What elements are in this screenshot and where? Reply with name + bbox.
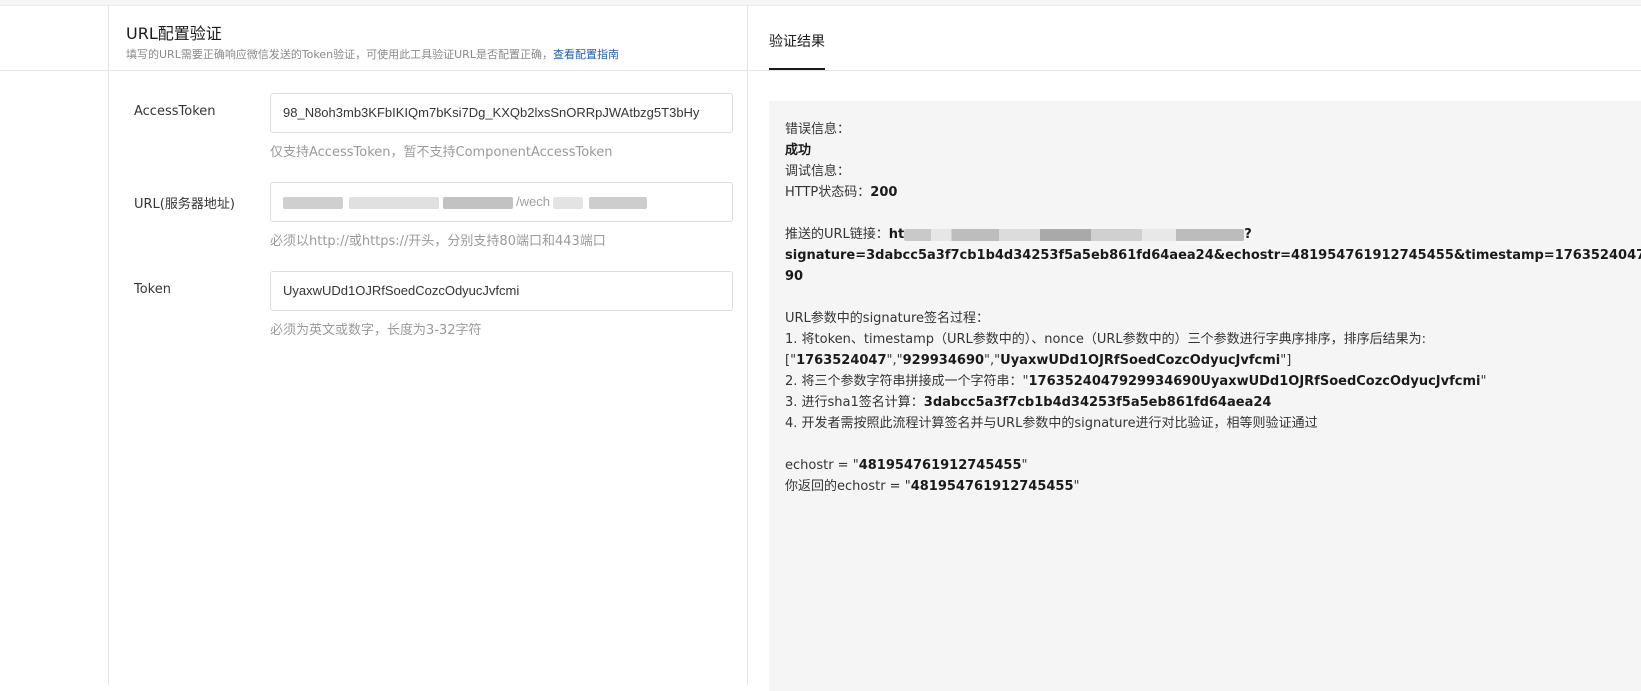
url-visible-fragment: /wech xyxy=(516,194,550,209)
access-token-input[interactable]: 98_N8oh3mb3KFbIKIQm7bKsi7Dg_KXQb2lxsSnOR… xyxy=(270,93,733,133)
redacted-url-part xyxy=(283,197,343,209)
config-guide-link[interactable]: 查看配置指南 xyxy=(553,48,619,61)
http-status-label: HTTP状态码： xyxy=(785,185,871,200)
echostr-value: 481954761912745455 xyxy=(858,458,1022,473)
step-4-text: 4. 开发者需按照此流程计算签名并与URL参数中的signature进行对比验证… xyxy=(785,416,1318,431)
token-label: Token xyxy=(134,282,171,297)
echostr-line: echostr = "481954761912745455" xyxy=(785,455,1625,476)
url-hint: 必须以http://或https://开头，分别支持80端口和443端口 xyxy=(270,234,606,249)
url-input[interactable]: /wech xyxy=(270,182,733,222)
step-1-open: [" xyxy=(785,353,797,368)
pushed-url-line: 推送的URL链接：ht? xyxy=(785,224,1625,245)
config-header: URL配置验证 填写的URL需要正确响应微信发送的Token验证，可使用此工具验… xyxy=(110,6,748,71)
left-sidebar-gutter xyxy=(0,6,109,685)
redacted-url-part xyxy=(589,197,647,209)
redacted-url-mask xyxy=(904,228,1245,241)
step-1-sep: "," xyxy=(984,353,1001,368)
step-1-text: 1. 将token、timestamp（URL参数中的）、nonce（URL参数… xyxy=(785,332,1427,347)
token-input[interactable]: UyaxwUDd1OJRfSoedCozcOdyucJvfcmi xyxy=(270,271,733,311)
pushed-url-prefix: ht xyxy=(888,227,905,242)
pushed-url-query-line-2: 90 xyxy=(785,266,1625,287)
pushed-url-label: 推送的URL链接： xyxy=(785,227,889,242)
debug-info-label: 调试信息： xyxy=(785,164,851,179)
url-config-panel: URL配置验证 填写的URL需要正确响应微信发送的Token验证，可使用此工具验… xyxy=(110,6,748,685)
pushed-url-suffix: ? xyxy=(1244,227,1252,242)
step-3-line: 3. 进行sha1签名计算：3dabcc5a3f7cb1b4d34253f5a5… xyxy=(785,392,1625,413)
pushed-url-query-line: signature=3dabcc5a3f7cb1b4d34253f5a5eb86… xyxy=(785,245,1641,266)
step-1-token: UyaxwUDd1OJRfSoedCozcOdyucJvfcmi xyxy=(1000,353,1281,368)
step-1-timestamp: 1763524047 xyxy=(796,353,887,368)
divider xyxy=(0,70,109,71)
http-status-line: HTTP状态码：200 xyxy=(785,182,1625,203)
verification-result-panel: 验证结果 错误信息： 成功 调试信息： HTTP状态码：200 推送的URL链接… xyxy=(749,6,1641,691)
step-2-value: 1763524047929934690UyaxwUDd1OJRfSoedCozc… xyxy=(1028,374,1481,389)
description-text: 填写的URL需要正确响应微信发送的Token验证，可使用此工具验证URL是否配置… xyxy=(126,48,553,61)
returned-echostr-value: 481954761912745455 xyxy=(910,479,1074,494)
access-token-hint: 仅支持AccessToken，暂不支持ComponentAccessToken xyxy=(270,145,613,160)
step-1-result: ["1763524047","929934690","UyaxwUDd1OJRf… xyxy=(785,350,1625,371)
error-info-value-line: 成功 xyxy=(785,140,1625,161)
pushed-url-query: signature=3dabcc5a3f7cb1b4d34253f5a5eb86… xyxy=(785,248,1641,263)
step-2-close: " xyxy=(1480,374,1487,389)
echostr-close: " xyxy=(1021,458,1028,473)
step-2-text: 2. 将三个参数字符串拼接成一个字符串：" xyxy=(785,374,1029,389)
access-token-label: AccessToken xyxy=(134,104,216,119)
pushed-url-query-end: 90 xyxy=(785,269,804,284)
signature-process-title: URL参数中的signature签名过程： xyxy=(785,311,990,326)
url-label: URL(服务器地址) xyxy=(134,197,235,212)
step-3-value: 3dabcc5a3f7cb1b4d34253f5a5eb861fd64aea24 xyxy=(923,395,1272,410)
step-3-text: 3. 进行sha1签名计算： xyxy=(785,395,924,410)
echostr-prefix: echostr = " xyxy=(785,458,859,473)
result-content-box: 错误信息： 成功 调试信息： HTTP状态码：200 推送的URL链接：ht? … xyxy=(769,101,1641,691)
step-2-line: 2. 将三个参数字符串拼接成一个字符串："1763524047929934690… xyxy=(785,371,1625,392)
step-1-nonce: 929934690 xyxy=(902,353,985,368)
step-1-close: "] xyxy=(1280,353,1292,368)
redacted-url-part xyxy=(553,197,583,209)
token-hint: 必须为英文或数字，长度为3-32字符 xyxy=(270,323,482,338)
returned-echostr-prefix: 你返回的echostr = " xyxy=(785,479,911,494)
step-1-sep: "," xyxy=(886,353,903,368)
error-info-label: 错误信息： xyxy=(785,122,851,137)
tab-verification-result[interactable]: 验证结果 xyxy=(769,31,825,51)
returned-echostr-close: " xyxy=(1073,479,1080,494)
page-description: 填写的URL需要正确响应微信发送的Token验证，可使用此工具验证URL是否配置… xyxy=(126,46,619,62)
http-status-value: 200 xyxy=(870,185,898,200)
active-tab-indicator xyxy=(769,68,825,70)
redacted-url-part xyxy=(349,197,439,209)
result-tab-bar: 验证结果 xyxy=(749,6,1641,71)
error-info-value: 成功 xyxy=(785,143,812,158)
page-title: URL配置验证 xyxy=(126,24,222,43)
returned-echostr-line: 你返回的echostr = "481954761912745455" xyxy=(785,476,1625,497)
redacted-url-part xyxy=(443,197,513,209)
